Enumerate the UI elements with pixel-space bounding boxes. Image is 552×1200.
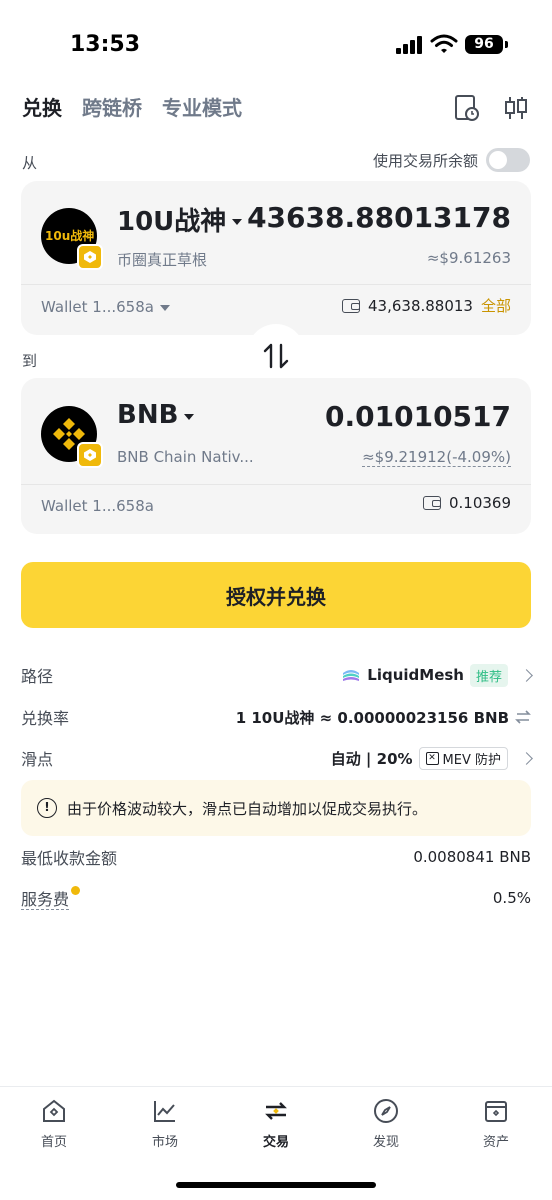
rate-row: 兑换率 1 10U战神 ≈ 0.00000023156 BNB [21,704,531,730]
status-time: 13:53 [70,32,141,57]
use-exchange-balance-toggle[interactable]: 使用交易所余额 [373,148,530,172]
min-receive-label: 最低收款金额 [21,849,118,868]
from-amount-input[interactable]: 43638.88013178 [247,201,511,234]
discover-compass-icon [374,1099,398,1123]
market-chart-icon [154,1101,175,1122]
chevron-down-icon [184,414,195,420]
notice-text: 由于价格波动较大，滑点已自动增加以促成交易执行。 [67,799,428,818]
from-usd-value: ≈$9.61263 [426,249,511,267]
swap-arrows-icon [263,343,289,369]
history-icon[interactable] [454,94,480,122]
from-wallet-name: Wallet 1...658a [41,298,154,316]
to-token-selector[interactable]: BNB [117,400,195,430]
chevron-down-icon [232,218,243,225]
from-wallet-selector[interactable]: Wallet 1...658a [41,298,170,316]
card-divider [21,484,531,485]
nav-market-label: 市场 [151,1135,178,1150]
to-token-card: BNB BNB Chain Nativ... 0.01010517 ≈$9.21… [21,378,531,534]
battery-icon: 96 [465,35,503,54]
bnb-chain-badge-icon [77,442,103,468]
route-row[interactable]: 路径 LiquidMesh 推荐 [21,662,533,688]
to-token-symbol: BNB [117,400,179,430]
from-token-subtitle: 币圈真正草根 [117,251,208,269]
candlestick-chart-icon[interactable] [503,94,529,122]
route-value: LiquidMesh 推荐 [341,663,533,687]
recommended-badge: 推荐 [469,663,508,687]
slippage-label: 滑点 [21,750,54,769]
wifi-icon [430,34,458,53]
slippage-value: 自动 | 20% [330,749,413,768]
card-divider [21,284,531,285]
to-balance: 0.10369 [422,494,511,512]
mev-protection-badge: ✕ MEV 防护 [418,746,508,770]
chevron-right-icon [520,751,533,765]
use-exchange-balance-label: 使用交易所余额 [372,151,478,170]
to-amount: 0.01010517 [325,400,511,433]
route-provider-name: LiquidMesh [367,666,464,684]
nav-trade-label: 交易 [262,1135,289,1150]
nav-home-label: 首页 [40,1135,67,1150]
to-label: 到 [22,352,38,370]
tab-swap[interactable]: 兑换 [22,92,62,121]
from-token-symbol: 10U战神 [117,207,227,237]
mev-label: MEV 防护 [442,752,501,768]
fee-value: 0.5% [492,889,531,907]
fee-label-wrap[interactable]: 服务费 [21,886,81,910]
min-receive-row: 最低收款金额 0.0080841 BNB [21,844,531,870]
nav-trade[interactable]: 交易 [241,1097,311,1150]
token-logo-text: 10u战神 [45,229,95,243]
tab-bridge[interactable]: 跨链桥 [82,92,142,121]
fee-label: 服务费 [21,890,70,910]
to-wallet-selector[interactable]: Wallet 1...658a [41,497,154,515]
rate-value: 1 10U战神 ≈ 0.00000023156 BNB [235,708,509,727]
nav-discover[interactable]: 发现 [351,1097,421,1150]
slippage-row[interactable]: 滑点 自动 | 20% ✕ MEV 防护 [21,745,533,771]
to-usd-value[interactable]: ≈$9.21912(-4.09%) [362,448,511,467]
max-button[interactable]: 全部 [481,295,511,316]
chevron-down-icon [159,305,170,311]
chevron-right-icon [520,668,533,682]
info-icon: ! [37,798,57,818]
slippage-warning-notice: ! 由于价格波动较大，滑点已自动增加以促成交易执行。 [21,780,531,836]
nav-discover-label: 发现 [372,1135,399,1150]
invert-rate-icon[interactable] [515,710,531,724]
nav-assets-label: 资产 [482,1135,509,1150]
liquidmesh-logo-icon [343,670,360,681]
trade-swap-icon [265,1102,287,1120]
rate-value-group: 1 10U战神 ≈ 0.00000023156 BNB [236,707,531,728]
assets-wallet-icon [485,1101,507,1122]
balance-switch[interactable] [486,148,530,172]
nav-home[interactable]: 首页 [19,1097,89,1150]
home-icon [43,1099,65,1122]
wallet-icon [422,496,441,510]
nav-market[interactable]: 市场 [130,1097,200,1150]
min-receive-value: 0.0080841 BNB [413,848,531,866]
from-token-selector[interactable]: 10U战神 [117,201,243,238]
tab-pro-mode[interactable]: 专业模式 [162,92,242,121]
fee-row: 服务费 0.5% [21,885,531,911]
home-indicator [176,1182,376,1188]
to-balance-value: 0.10369 [448,494,511,512]
slippage-value-group: 自动 | 20% ✕ MEV 防护 [330,746,533,770]
to-token-subtitle: BNB Chain Nativ... [117,448,254,466]
mev-shield-icon: ✕ [425,751,439,765]
from-label: 从 [22,154,38,172]
to-wallet-name: Wallet 1...658a [41,497,154,515]
from-token-card: 10u战神 10U战神 币圈真正草根 43638.88013178 ≈$9.61… [21,181,531,335]
from-balance-value: 43,638.88013 [368,296,473,315]
authorize-and-swap-button[interactable]: 授权并兑换 [21,562,531,628]
route-label: 路径 [21,667,54,686]
rate-label: 兑换率 [21,709,70,728]
mode-tabs: 兑换 跨链桥 专业模式 [22,90,242,122]
from-balance: 43,638.88013 全部 [342,295,511,316]
nav-assets[interactable]: 资产 [461,1097,531,1150]
status-bar: 13:53 96 [0,0,552,90]
token-logo-bnb[interactable] [41,406,103,468]
cellular-signal-icon [396,36,424,54]
token-logo-10u[interactable]: 10u战神 [41,208,103,270]
bnb-chain-badge-icon [77,244,103,270]
new-dot-indicator [71,886,81,895]
wallet-icon [342,298,360,313]
battery-tip [505,41,508,48]
